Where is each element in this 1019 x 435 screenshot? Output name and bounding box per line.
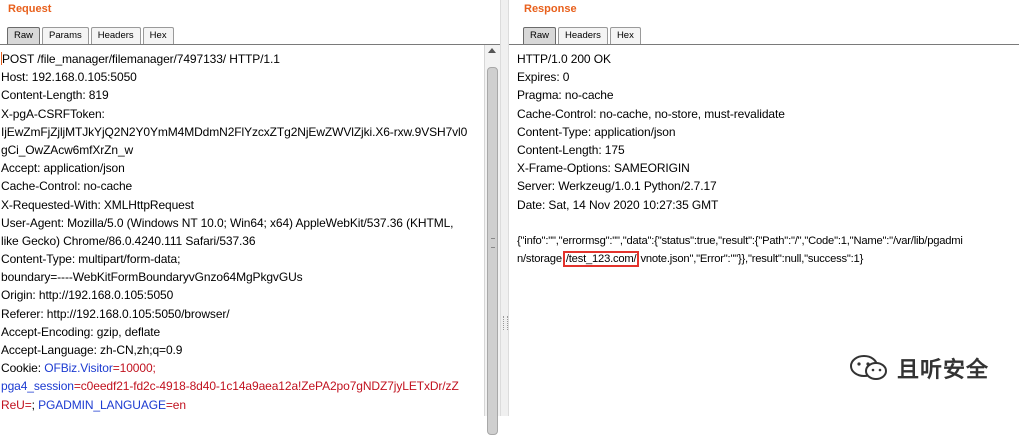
request-line: gCi_OwZAcw6mfXrZn_w <box>1 142 134 157</box>
response-line: Expires: 0 <box>517 70 570 85</box>
response-tabs: Raw Headers Hex <box>523 27 643 44</box>
request-pane: Request Raw Params Headers Hex POST /fil… <box>0 0 500 435</box>
request-line: like Gecko) Chrome/86.0.4240.111 Safari/… <box>1 233 256 248</box>
watermark-text: 且听安全 <box>896 357 989 382</box>
pane-splitter[interactable] <box>500 0 509 416</box>
request-line: Host: 192.168.0.105:5050 <box>1 70 137 85</box>
scroll-up-arrow-icon[interactable] <box>488 48 496 53</box>
request-line: Accept-Language: zh-CN,zh;q=0.9 <box>1 343 183 357</box>
response-body-line: n/storage/test_123.com/vnote.json","Erro… <box>517 251 864 268</box>
cookie-line: ReU=; PGADMIN_LANGUAGE=en <box>1 397 186 412</box>
cookie-line: Cookie: OFBiz.Visitor=10000; <box>1 361 156 376</box>
tab-raw[interactable]: Raw <box>523 27 557 44</box>
request-line: Accept: application/json <box>1 161 125 176</box>
tab-raw[interactable]: Raw <box>7 27 41 44</box>
request-line: Content-Length: 819 <box>1 88 109 103</box>
request-line: Referer: http://192.168.0.105:5050/brows… <box>1 306 230 321</box>
tab-headers[interactable]: Headers <box>558 27 608 44</box>
request-line: Origin: http://192.168.0.105:5050 <box>1 288 174 303</box>
highlighted-path: /test_123.com/ <box>562 251 640 268</box>
request-title: Request <box>8 3 52 15</box>
response-title: Response <box>524 3 577 15</box>
response-line: HTTP/1.0 200 OK <box>517 52 611 66</box>
request-text[interactable]: POST /file_manager/filemanager/7497133/ … <box>1 50 484 414</box>
response-pane: Response Raw Headers Hex HTTP/1.0 200 OK… <box>509 0 1019 416</box>
request-line: boundary=----WebKitFormBoundaryvGnzo64Mg… <box>1 270 303 285</box>
response-line: X-Frame-Options: SAMEORIGIN <box>517 161 690 176</box>
response-line: Server: Werkzeug/1.0.1 Python/2.7.17 <box>517 179 717 194</box>
tab-hex[interactable]: Hex <box>609 27 641 44</box>
request-tabs: Raw Params Headers Hex <box>7 27 176 44</box>
request-line: POST /file_manager/filemanager/7497133/ … <box>1 52 280 66</box>
request-line: X-Requested-With: XMLHttpRequest <box>1 197 194 212</box>
request-scrollbar[interactable] <box>484 45 500 435</box>
request-line: Accept-Encoding: gzip, deflate <box>1 324 161 339</box>
tab-headers[interactable]: Headers <box>90 27 141 44</box>
response-text[interactable]: HTTP/1.0 200 OK Expires: 0 Pragma: no-ca… <box>517 50 1013 268</box>
response-line: Content-Type: application/json <box>517 124 676 139</box>
request-line: Content-Type: multipart/form-data; <box>1 252 181 267</box>
response-line: Date: Sat, 14 Nov 2020 10:27:35 GMT <box>517 197 719 212</box>
request-editor[interactable]: POST /file_manager/filemanager/7497133/ … <box>0 44 500 435</box>
request-line: IjEwZmFjZjljMTJkYjQ2N2Y0YmM4MDdmN2FlYzcx… <box>1 124 468 139</box>
scrollbar-thumb[interactable] <box>487 67 498 435</box>
cookie-line: pga4_session=c0eedf21-fd2c-4918-8d40-1c1… <box>1 379 459 394</box>
tab-hex[interactable]: Hex <box>142 27 174 44</box>
response-line: Cache-Control: no-cache, no-store, must-… <box>517 106 785 121</box>
tab-params[interactable]: Params <box>42 27 89 44</box>
response-line: Pragma: no-cache <box>517 88 614 103</box>
request-line: X-pgA-CSRFToken: <box>1 106 105 121</box>
request-line: Cache-Control: no-cache <box>1 179 133 194</box>
response-body-line: {"info":"","errormsg":"","data":{"status… <box>517 234 963 247</box>
request-line: User-Agent: Mozilla/5.0 (Windows NT 10.0… <box>1 215 454 230</box>
response-line: Content-Length: 175 <box>517 142 625 157</box>
wechat-icon <box>849 355 887 380</box>
watermark: 且听安全 <box>849 352 989 384</box>
